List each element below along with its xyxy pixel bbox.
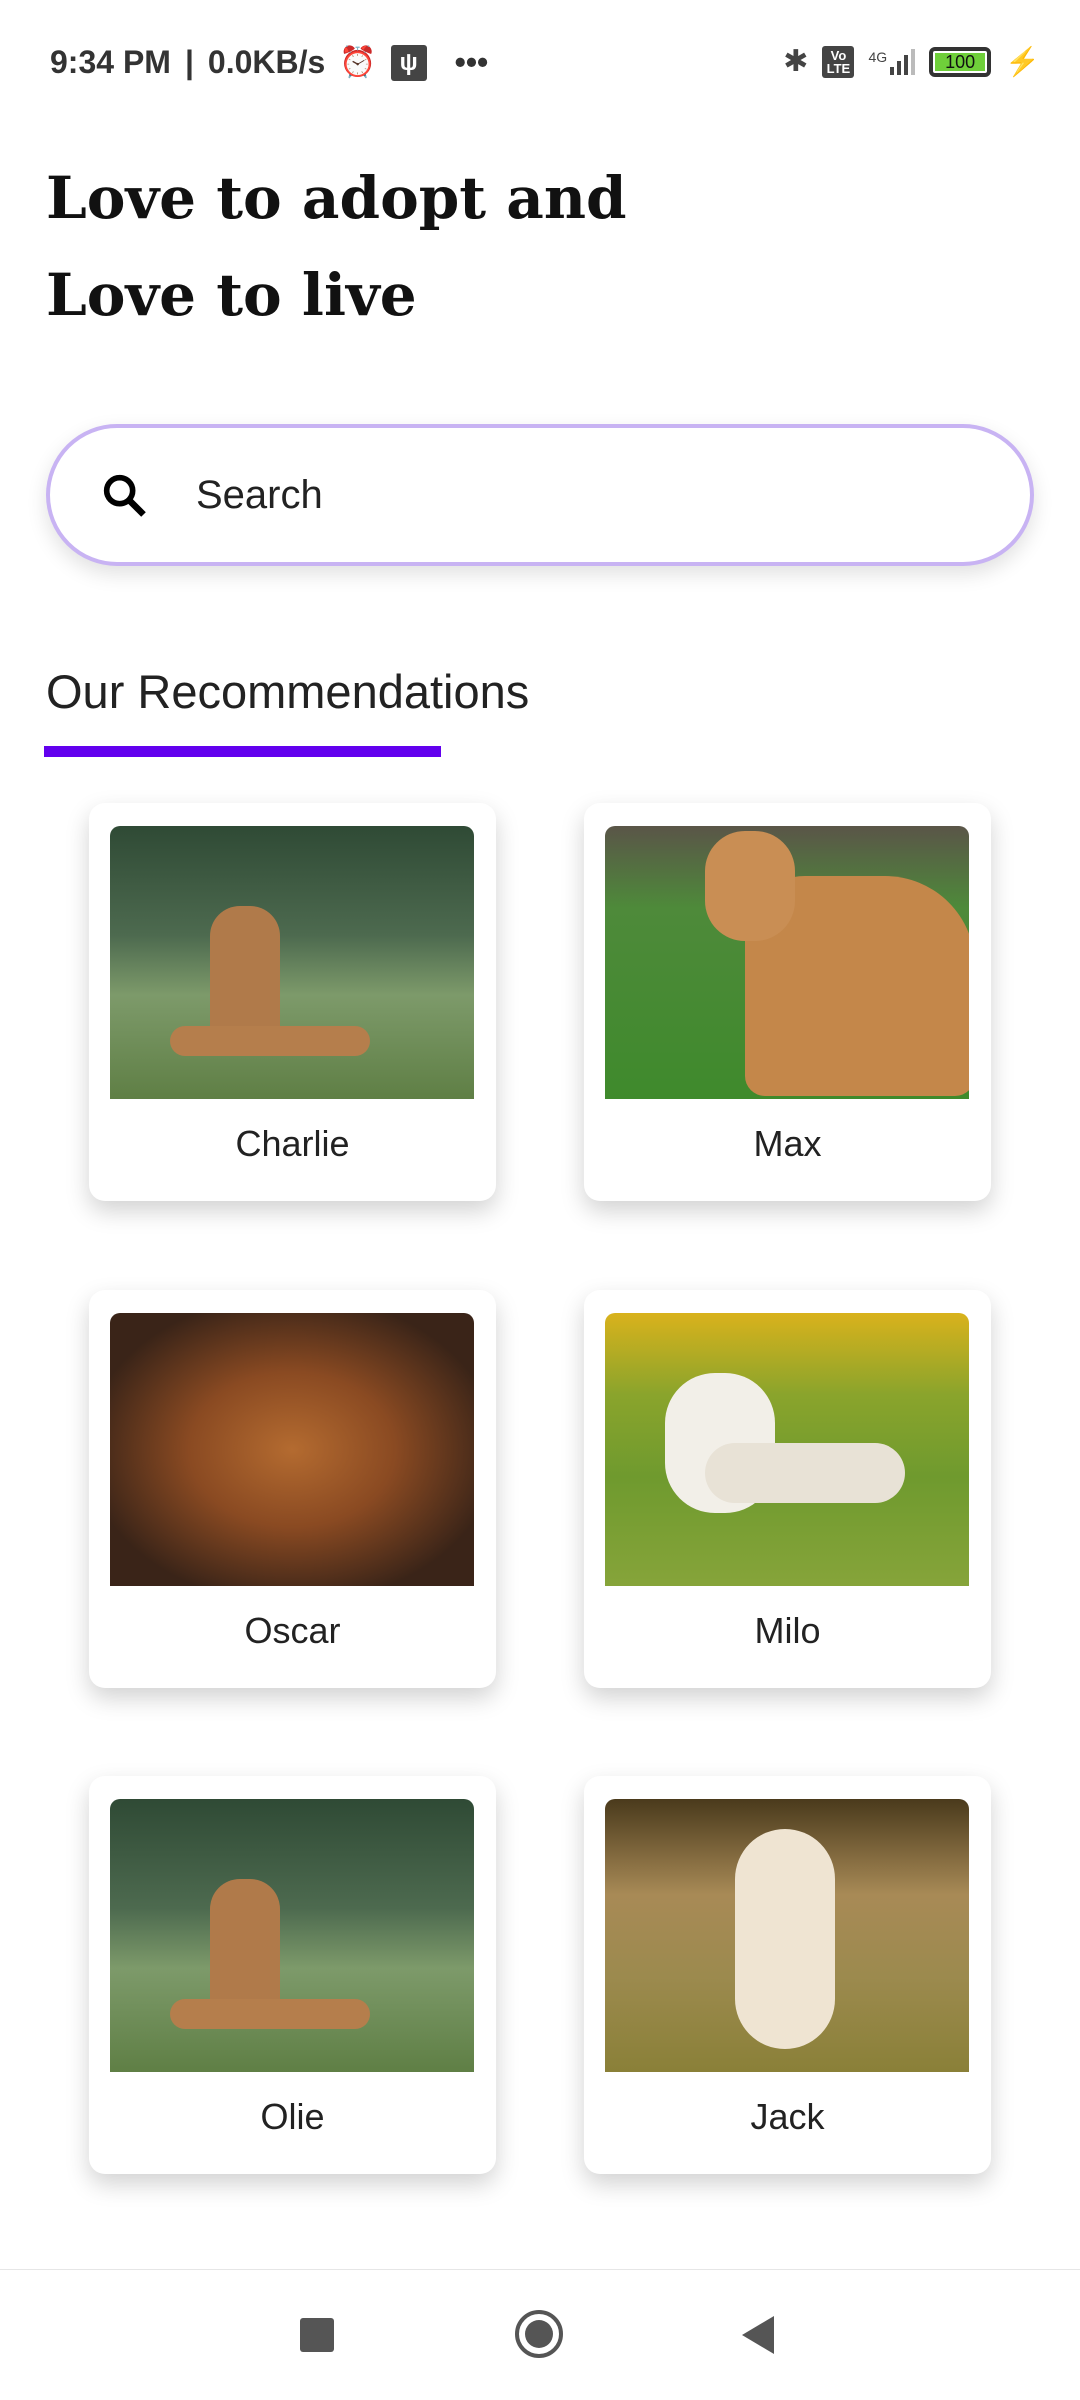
pet-name: Jack (750, 2096, 825, 2137)
page-title: Love to adopt and Love to live (46, 150, 627, 344)
title-line-1: Love to adopt and (46, 164, 627, 232)
pet-name: Charlie (235, 1123, 350, 1164)
home-button[interactable] (515, 2310, 563, 2358)
status-bar: 9:34 PM | 0.0KB/s ⏰ ψ ••• ✱ Vo LTE 4G 10… (0, 0, 1080, 130)
title-line-2: Love to live (46, 261, 417, 329)
alarm-icon: ⏰ (339, 46, 377, 79)
more-notifications-icon: ••• (454, 44, 489, 80)
network-speed: 0.0KB/s (207, 44, 326, 80)
battery-level: 100 (935, 52, 986, 71)
pet-photo (110, 1799, 474, 2072)
pet-photo (605, 1799, 969, 2072)
section-underline (44, 746, 441, 757)
back-button[interactable] (742, 2316, 774, 2354)
pet-photo (605, 1313, 969, 1586)
battery-icon: 100 (929, 46, 992, 77)
pet-name: Olie (260, 2096, 325, 2137)
pet-photo (110, 826, 474, 1099)
pet-card[interactable]: Jack (584, 1776, 991, 2174)
divider: | (184, 44, 194, 80)
pet-photo (605, 826, 969, 1099)
navigation-bar (0, 2269, 1080, 2400)
pet-photo (110, 1313, 474, 1586)
pet-name: Max (753, 1123, 822, 1164)
volte-icon: Vo LTE (822, 45, 855, 78)
search-icon (103, 474, 146, 517)
pet-card[interactable]: Milo (584, 1290, 991, 1688)
pet-card[interactable]: Oscar (89, 1290, 496, 1688)
section-title: Our Recommendations (46, 665, 530, 718)
search-input[interactable] (196, 472, 896, 518)
clock: 9:34 PM (50, 44, 171, 80)
pet-name: Milo (754, 1610, 821, 1651)
recents-button[interactable] (300, 2318, 334, 2352)
bluetooth-icon: ✱ (783, 45, 809, 78)
usb-icon: ψ (390, 44, 427, 81)
pet-name: Oscar (244, 1610, 341, 1651)
pet-card[interactable]: Olie (89, 1776, 496, 2174)
network-type: 4G (868, 48, 888, 65)
pet-card[interactable]: Charlie (89, 803, 496, 1201)
pet-card[interactable]: Max (584, 803, 991, 1201)
charging-icon: ⚡ (1005, 46, 1040, 77)
search-bar[interactable] (46, 424, 1034, 566)
signal-icon: 4G (868, 48, 916, 75)
